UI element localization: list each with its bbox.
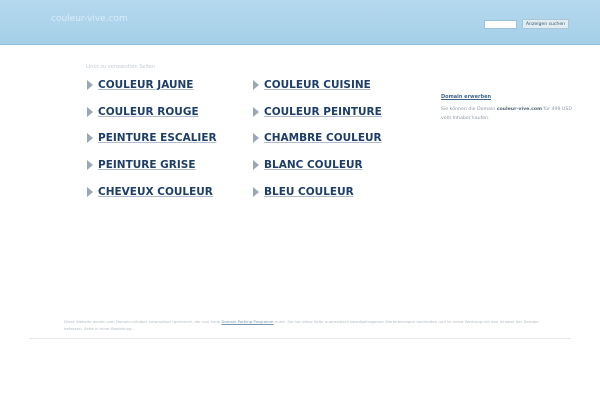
keyword-link[interactable]: COULEUR CUISINE (253, 78, 371, 92)
arrow-right-icon (253, 160, 259, 170)
arrow-right-icon (87, 187, 93, 197)
footer-text-before: Diese Website wurde vom Domain-Inhaber a… (64, 319, 222, 324)
keyword-label: COULEUR JAUNE (98, 79, 194, 91)
keyword-link[interactable]: COULEUR PEINTURE (253, 105, 382, 119)
sidebar-domain: couleur-vive.com (496, 107, 542, 112)
keyword-link[interactable]: CHAMBRE COULEUR (253, 131, 382, 145)
keyword-label: PEINTURE ESCALIER (98, 132, 217, 144)
arrow-right-icon (87, 80, 93, 90)
keyword-link[interactable]: BLEU COULEUR (253, 185, 354, 199)
keyword-label: COULEUR CUISINE (264, 79, 371, 91)
sidebar-text-before: Sie können die Domain (441, 107, 497, 112)
links-heading: Links zu verwandten Seiten (86, 64, 156, 70)
footer-divider (29, 338, 571, 339)
keyword-link[interactable]: COULEUR ROUGE (87, 105, 199, 119)
keyword-link[interactable]: CHEVEUX COULEUR (87, 185, 213, 199)
site-name: couleur-vive.com (51, 14, 128, 24)
keyword-label: COULEUR ROUGE (98, 106, 199, 118)
keyword-link[interactable]: PEINTURE ESCALIER (87, 131, 217, 145)
buy-domain-link[interactable]: Domain erwerben (441, 94, 491, 100)
arrow-right-icon (253, 187, 259, 197)
keyword-label: PEINTURE GRISE (98, 159, 196, 171)
keyword-label: BLANC COULEUR (264, 159, 363, 171)
search-input[interactable] (484, 20, 517, 29)
parking-program-link[interactable]: Domain Parking Programm (221, 319, 273, 324)
buy-domain-text: Sie können die Domain couleur-vive.com f… (441, 105, 577, 123)
keyword-link[interactable]: COULEUR JAUNE (87, 78, 193, 92)
keyword-label: BLEU COULEUR (264, 186, 354, 198)
arrow-right-icon (87, 160, 93, 170)
keyword-link[interactable]: BLANC COULEUR (253, 158, 363, 172)
search-button[interactable]: Anzeigen suchen (522, 19, 569, 29)
footer-disclaimer: Diese Website wurde vom Domain-Inhaber a… (64, 319, 556, 332)
arrow-right-icon (253, 80, 259, 90)
keyword-label: CHAMBRE COULEUR (264, 132, 382, 144)
header-bar: couleur-vive.com Anzeigen suchen (0, 0, 600, 45)
arrow-right-icon (253, 133, 259, 143)
keyword-link[interactable]: PEINTURE GRISE (87, 158, 196, 172)
arrow-right-icon (87, 107, 93, 117)
arrow-right-icon (253, 107, 259, 117)
keyword-label: CHEVEUX COULEUR (98, 186, 213, 198)
keyword-label: COULEUR PEINTURE (264, 106, 382, 118)
arrow-right-icon (87, 133, 93, 143)
